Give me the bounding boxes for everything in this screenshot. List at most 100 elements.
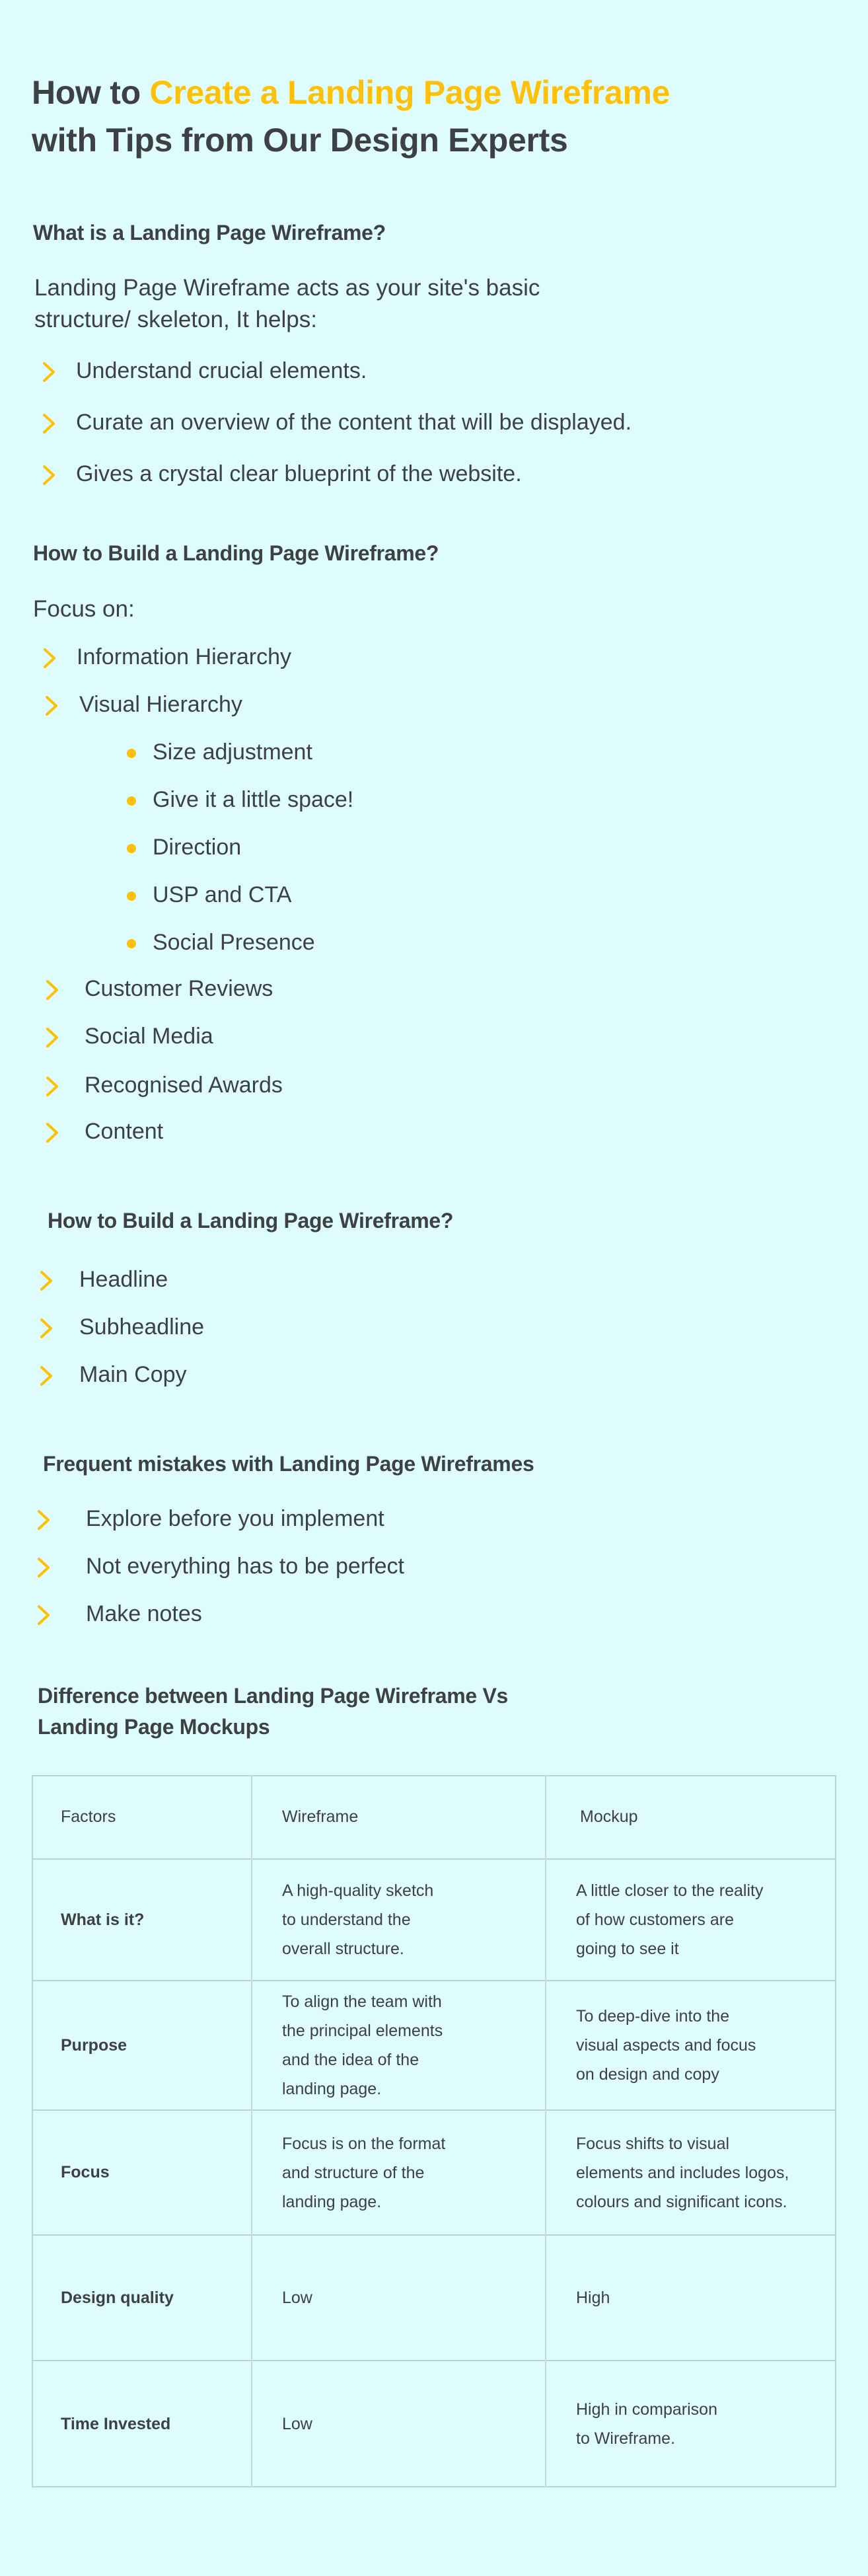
table-cell-text: High in comparison to Wireframe.: [576, 2395, 717, 2453]
table-cell-wireframe: To align the team with the principal elem…: [282, 1981, 539, 2110]
section1-intro-line-2: structure/ skeleton, It helps:: [34, 307, 317, 332]
table-cell-line: on design and copy: [576, 2065, 719, 2084]
table-cell-line: Low: [282, 2415, 312, 2433]
chevron-right-icon: [36, 1509, 51, 1531]
table-cell-line: going to see it: [576, 1940, 679, 1958]
section-heading-difference-line-2: Landing Page Mockups: [38, 1715, 270, 1739]
table-cell-line: landing page.: [282, 2192, 382, 2211]
chevron-right-icon: [42, 465, 56, 486]
table-cell-line: and the idea of the: [282, 2051, 419, 2069]
sub-list-item: Direction: [153, 835, 242, 860]
table-header-label: Wireframe: [282, 1807, 359, 1826]
list-item: Main Copy: [79, 1362, 187, 1387]
table-header-cell: Mockup: [576, 1775, 830, 1859]
table-cell-line: Low: [282, 2289, 312, 2307]
list-item: Content: [85, 1119, 164, 1144]
table-header-label: Factors: [61, 1807, 116, 1826]
table-cell-line: To align the team with: [282, 1992, 442, 2011]
table-cell-line: the principal elements: [282, 2022, 443, 2040]
table-cell-mockup: High: [576, 2235, 830, 2361]
list-item: Recognised Awards: [85, 1073, 283, 1098]
section2-intro: Focus on:: [33, 596, 135, 622]
list-item: Visual Hierarchy: [79, 692, 242, 717]
sub-list-item: USP and CTA: [153, 882, 292, 907]
table-cell-text: To align the team with the principal elem…: [282, 1987, 443, 2103]
dot-icon: [127, 939, 136, 948]
section1-intro-line-1: Landing Page Wireframe acts as your site…: [34, 275, 540, 301]
table-cell-factor: Purpose: [61, 1981, 245, 2110]
table-cell-text: A high-quality sketch to understand the ov…: [282, 1876, 433, 1963]
table-cell-text: A little closer to the reality of how cus…: [576, 1876, 763, 1963]
table-cell-line: landing page.: [282, 2080, 382, 2098]
list-item: Social Media: [85, 1024, 213, 1049]
table-cell-line: A little closer to the reality: [576, 1881, 764, 1900]
table-cell-wireframe: Focus is on the format and structure of t…: [282, 2110, 539, 2235]
list-item: Explore before you implement: [86, 1506, 384, 1531]
chevron-right-icon: [36, 1605, 51, 1626]
table-cell-factor: What is it?: [61, 1859, 245, 1981]
section-heading-what-is: What is a Landing Page Wireframe?: [33, 221, 386, 245]
chevron-right-icon: [42, 648, 57, 669]
table-factor-label: Focus: [61, 2163, 110, 2181]
table-cell-text: Focus is on the format and structure of t…: [282, 2129, 445, 2216]
chevron-right-icon: [45, 1076, 59, 1097]
table-cell-text: High: [576, 2283, 610, 2312]
table-header-cell: Wireframe: [282, 1775, 539, 1859]
list-item: Understand crucial elements.: [76, 358, 367, 383]
chevron-right-icon: [39, 1318, 54, 1339]
table-cell-mockup: High in comparison to Wireframe.: [576, 2361, 830, 2487]
chevron-right-icon: [42, 413, 56, 434]
list-item: Curate an overview of the content that w…: [76, 410, 632, 435]
chevron-right-icon: [44, 695, 59, 716]
list-item: Headline: [79, 1267, 168, 1292]
table-cell-line: overall structure.: [282, 1940, 404, 1958]
chevron-right-icon: [45, 1122, 59, 1143]
table-cell-line: Focus is on the format: [282, 2134, 446, 2153]
table-factor-label: Design quality: [61, 2288, 174, 2307]
section-heading-difference-line-1: Difference between Landing Page Wirefram…: [38, 1684, 509, 1708]
dot-icon: [127, 891, 136, 901]
list-item: Customer Reviews: [85, 976, 273, 1001]
table-cell-wireframe: Low: [282, 2235, 539, 2361]
table-column-divider: [251, 1775, 252, 2487]
sub-list-item: Size adjustment: [153, 739, 312, 765]
table-cell-mockup: To deep-dive into the visual aspects and …: [576, 1981, 830, 2110]
page-title-line-2: with Tips from Our Design Experts: [32, 122, 568, 159]
table-cell-line: A high-quality sketch: [282, 1881, 434, 1900]
list-item: Subheadline: [79, 1314, 205, 1340]
table-cell-line: visual aspects and focus: [576, 2036, 756, 2055]
chevron-right-icon: [39, 1270, 54, 1291]
table-cell-line: High: [576, 2289, 610, 2307]
chevron-right-icon: [45, 1027, 59, 1048]
chevron-right-icon: [45, 979, 59, 1001]
section-heading-frequent-mistakes: Frequent mistakes with Landing Page Wire…: [43, 1452, 534, 1476]
list-item: Gives a crystal clear blueprint of the w…: [76, 461, 522, 486]
table-cell-text: Low: [282, 2283, 312, 2312]
table-cell-mockup: Focus shifts to visual elements and inclu…: [576, 2110, 830, 2235]
table-header-cell: Factors: [61, 1775, 245, 1859]
list-item: Not everything has to be perfect: [86, 1554, 404, 1579]
table-factor-label: Purpose: [61, 2035, 127, 2055]
title-accent: Create a Landing Page Wireframe: [149, 74, 670, 111]
sub-list-item: Give it a little space!: [153, 787, 354, 812]
table-cell-mockup: A little closer to the reality of how cus…: [576, 1859, 830, 1981]
table-cell-line: to understand the: [282, 1911, 411, 1929]
table-cell-line: colours and significant icons.: [576, 2192, 787, 2211]
table-cell-line: High in comparison: [576, 2400, 717, 2419]
table-cell-wireframe: Low: [282, 2361, 539, 2487]
table-cell-line: To deep-dive into the: [576, 2007, 730, 2026]
dot-icon: [127, 749, 136, 758]
table-cell-line: and structure of the: [282, 2163, 425, 2182]
table-cell-factor: Time Invested: [61, 2361, 245, 2487]
table-cell-line: elements and includes logos,: [576, 2163, 789, 2182]
title-prefix: How to: [32, 74, 150, 111]
list-item: Information Hierarchy: [77, 644, 292, 669]
table-header-label: Mockup: [580, 1807, 638, 1826]
table-cell-text: Low: [282, 2409, 312, 2439]
section-heading-how-to-build-2: How to Build a Landing Page Wireframe?: [48, 1209, 454, 1232]
list-item: Make notes: [86, 1601, 202, 1626]
dot-icon: [127, 844, 136, 853]
section-heading-how-to-build: How to Build a Landing Page Wireframe?: [33, 541, 439, 565]
chevron-right-icon: [39, 1365, 54, 1386]
dot-icon: [127, 796, 136, 806]
